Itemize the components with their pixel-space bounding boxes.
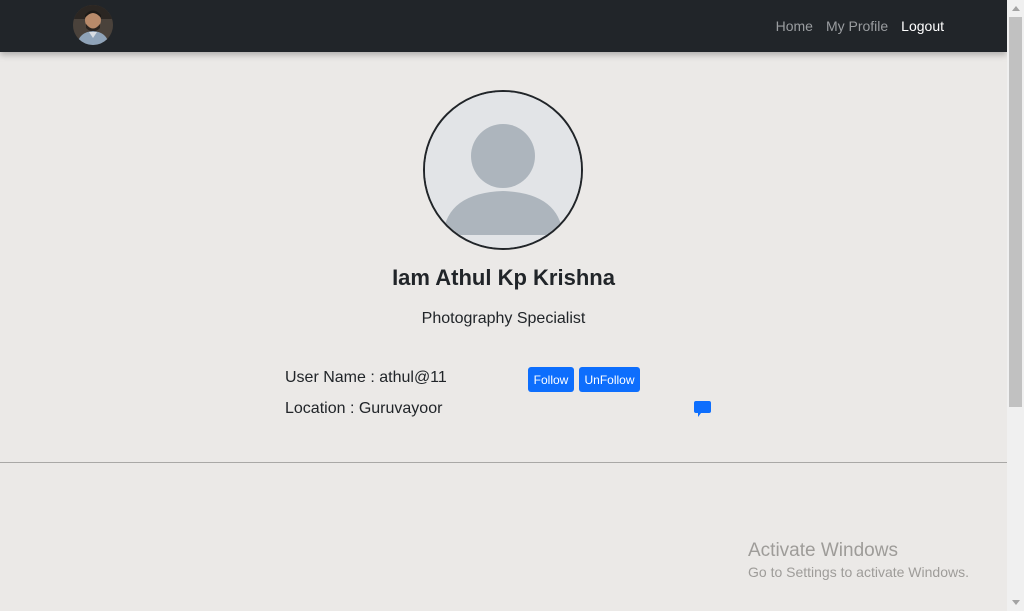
watermark-subtitle: Go to Settings to activate Windows. — [748, 564, 969, 580]
navbar: Home My Profile Logout — [0, 0, 1007, 52]
user-silhouette-icon — [425, 92, 581, 248]
profile-name: Iam Athul Kp Krishna — [392, 265, 615, 290]
scrollbar-thumb[interactable] — [1009, 17, 1022, 407]
chat-bubble-icon[interactable] — [694, 401, 711, 417]
profile-role: Photography Specialist — [421, 310, 586, 327]
follow-button[interactable]: Follow — [528, 367, 574, 392]
profile-avatar — [423, 90, 583, 250]
scroll-up-arrow-icon[interactable] — [1007, 0, 1024, 17]
nav-link-logout[interactable]: Logout — [901, 18, 944, 34]
nav-avatar[interactable] — [73, 5, 113, 45]
scroll-down-arrow-icon[interactable] — [1007, 594, 1024, 611]
watermark-title: Activate Windows — [748, 540, 898, 561]
unfollow-button[interactable]: UnFollow — [579, 367, 640, 392]
username-line: User Name : athul@11 — [285, 369, 447, 386]
section-divider — [0, 462, 1007, 463]
user-photo-icon — [73, 5, 113, 45]
nav-link-home[interactable]: Home — [776, 18, 813, 34]
windows-activation-watermark: Activate Windows Go to Settings to activ… — [748, 540, 969, 580]
nav-links: Home My Profile Logout — [763, 0, 944, 52]
location-line: Location : Guruvayoor — [285, 400, 443, 417]
vertical-scrollbar[interactable] — [1007, 0, 1024, 611]
nav-link-my-profile[interactable]: My Profile — [826, 18, 888, 34]
